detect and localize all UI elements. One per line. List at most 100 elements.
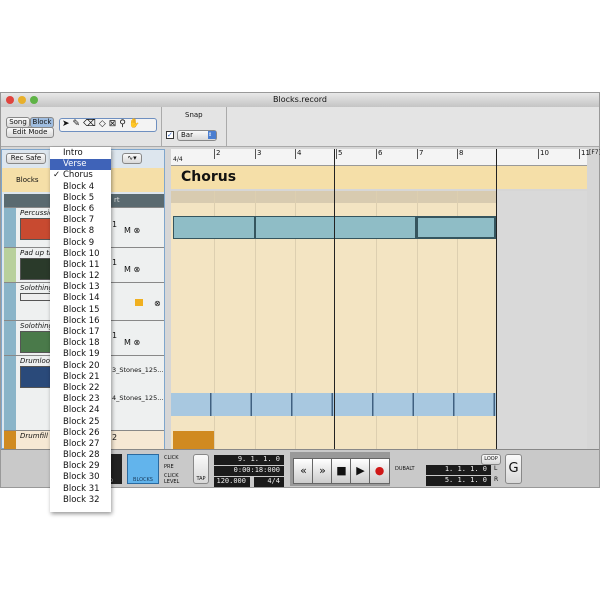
menu-item[interactable]: Block 17 [50,327,111,338]
menu-item[interactable]: Block 13 [50,282,111,293]
menu-item[interactable]: Block 4 [50,182,111,193]
menu-item-label: Chorus [63,170,93,181]
menu-item[interactable]: Block 28 [50,450,111,461]
menu-item[interactable]: Block 24 [50,405,111,416]
right-locator-display[interactable]: 5. 1. 1. 0 [426,476,491,486]
click-toggle[interactable]: CLICK [164,455,179,461]
menu-item[interactable]: Block 9 [50,238,111,249]
menu-item[interactable]: Verse [50,159,111,171]
tempo-display[interactable]: 120.000 [214,477,250,487]
menu-item-label: Block 4 [63,181,95,192]
sync-icon[interactable]: G [505,454,522,484]
menu-item[interactable]: Block 5 [50,193,111,204]
mute-tool-icon[interactable]: ⊠ [109,119,120,129]
menu-item[interactable]: Block 23 [50,394,111,405]
menu-item[interactable]: Block 11 [50,260,111,271]
hand-icon[interactable]: ✋ [129,119,143,129]
menu-item[interactable]: Block 31 [50,484,111,495]
position-display[interactable]: 9. 1. 1. 0 [214,455,284,465]
clip-selected[interactable] [416,216,496,239]
menu-item[interactable]: Block 32 [50,495,111,506]
chevron-updown-icon: ⇕ [208,131,216,139]
menu-item[interactable]: Block 20 [50,361,111,372]
automation-button[interactable]: ∿▾ [122,153,142,164]
block-lane[interactable]: Chorus [171,166,587,189]
menu-item[interactable]: ✓ Chorus [50,170,111,181]
snap-label: Snap [185,111,203,119]
bar-number: 4 [295,149,302,159]
alt-button[interactable]: ALT [406,466,415,472]
menu-item-label: Block 10 [63,248,100,259]
menu-item-label: Block 11 [63,259,100,270]
delete-icon[interactable]: ⊗ [154,299,161,308]
magnifier-icon[interactable]: ⚲ [119,119,129,129]
menu-item[interactable]: Block 16 [50,316,111,327]
timeline-ruler[interactable]: 4/4 2 3 4 5 6 7 8 10 11 [F7] [171,149,600,166]
menu-item[interactable]: Block 21 [50,372,111,383]
lane-label: 3_Stones_125... [112,366,164,374]
mute-button[interactable]: M ⊗ [124,338,140,347]
pre-toggle[interactable]: PRE [164,464,174,470]
bar-number: 10 [538,149,549,159]
menu-item[interactable]: Block 18 [50,338,111,349]
device-thumbnail [20,293,54,301]
menu-item[interactable]: Block 8 [50,226,111,237]
stop-button[interactable]: ■ [331,458,352,484]
menu-item[interactable]: Block 7 [50,215,111,226]
eraser-icon[interactable]: ⌫ [83,119,99,129]
mute-button[interactable]: M ⊗ [124,226,140,235]
menu-item-label: Block 32 [63,494,100,505]
dub-button[interactable]: DUB [395,466,406,472]
menu-item-label: Block 13 [63,282,100,293]
left-locator-display[interactable]: 1. 1. 1. 0 [426,465,491,475]
menu-item[interactable]: Block 14 [50,293,111,304]
indicator-icon [135,299,143,306]
rec-safe-button[interactable]: Rec Safe [6,153,46,164]
blocks-button[interactable]: BLOCKS [127,454,159,484]
right-locator[interactable] [496,149,497,449]
razor-icon[interactable]: ◇ [99,119,109,129]
menu-item[interactable]: Block 27 [50,439,111,450]
clip[interactable] [173,216,255,239]
menu-item-label: Intro [63,148,83,158]
menu-item[interactable]: Block 25 [50,417,111,428]
close-button[interactable] [6,96,14,104]
clip-drumfill[interactable] [173,431,214,449]
tap-button[interactable]: TAP [193,454,209,484]
mute-button[interactable]: M ⊗ [124,265,140,274]
arrangement-area[interactable] [171,149,587,449]
snap-select[interactable]: Bar ⇕ [177,130,217,141]
clip[interactable] [255,216,416,239]
click-level-knob[interactable]: CLICK LEVEL [164,473,190,485]
menu-item[interactable]: Block 12 [50,271,111,282]
play-button[interactable]: ▶ [350,458,371,484]
fast-forward-button[interactable]: » [312,458,333,484]
pencil-icon[interactable]: ✎ [73,119,84,129]
menu-item-label: Verse [63,159,87,170]
menu-item[interactable]: Block 22 [50,383,111,394]
edit-mode-button[interactable]: Edit Mode [6,127,54,138]
rewind-button[interactable]: « [293,458,314,484]
menu-item-label: Block 31 [63,483,100,494]
lane-label: 1 [112,331,118,340]
menu-item[interactable]: Block 26 [50,428,111,439]
menu-item[interactable]: Block 19 [50,349,111,360]
signature-display[interactable]: 4/4 [254,477,284,487]
transport-controls: « » ■ ▶ ● [290,452,390,486]
record-button[interactable]: ● [369,458,390,484]
menu-item[interactable]: Block 15 [50,305,111,316]
title-bar: Blocks.record [1,93,599,107]
menu-item[interactable]: Intro [50,148,111,159]
zoom-button[interactable] [30,96,38,104]
menu-item[interactable]: Block 6 [50,204,111,215]
arrow-icon[interactable]: ➤ [62,119,73,129]
menu-item[interactable]: Block 10 [50,249,111,260]
snap-checkbox[interactable]: ✓ [166,131,174,139]
playhead[interactable] [334,149,335,449]
menu-item[interactable]: Block 29 [50,461,111,472]
bar-number: 5 [336,149,343,159]
loop-button[interactable]: LOOP [481,454,501,465]
menu-item[interactable]: Block 30 [50,472,111,483]
menu-item-label: Block 6 [63,203,95,214]
minimize-button[interactable] [18,96,26,104]
